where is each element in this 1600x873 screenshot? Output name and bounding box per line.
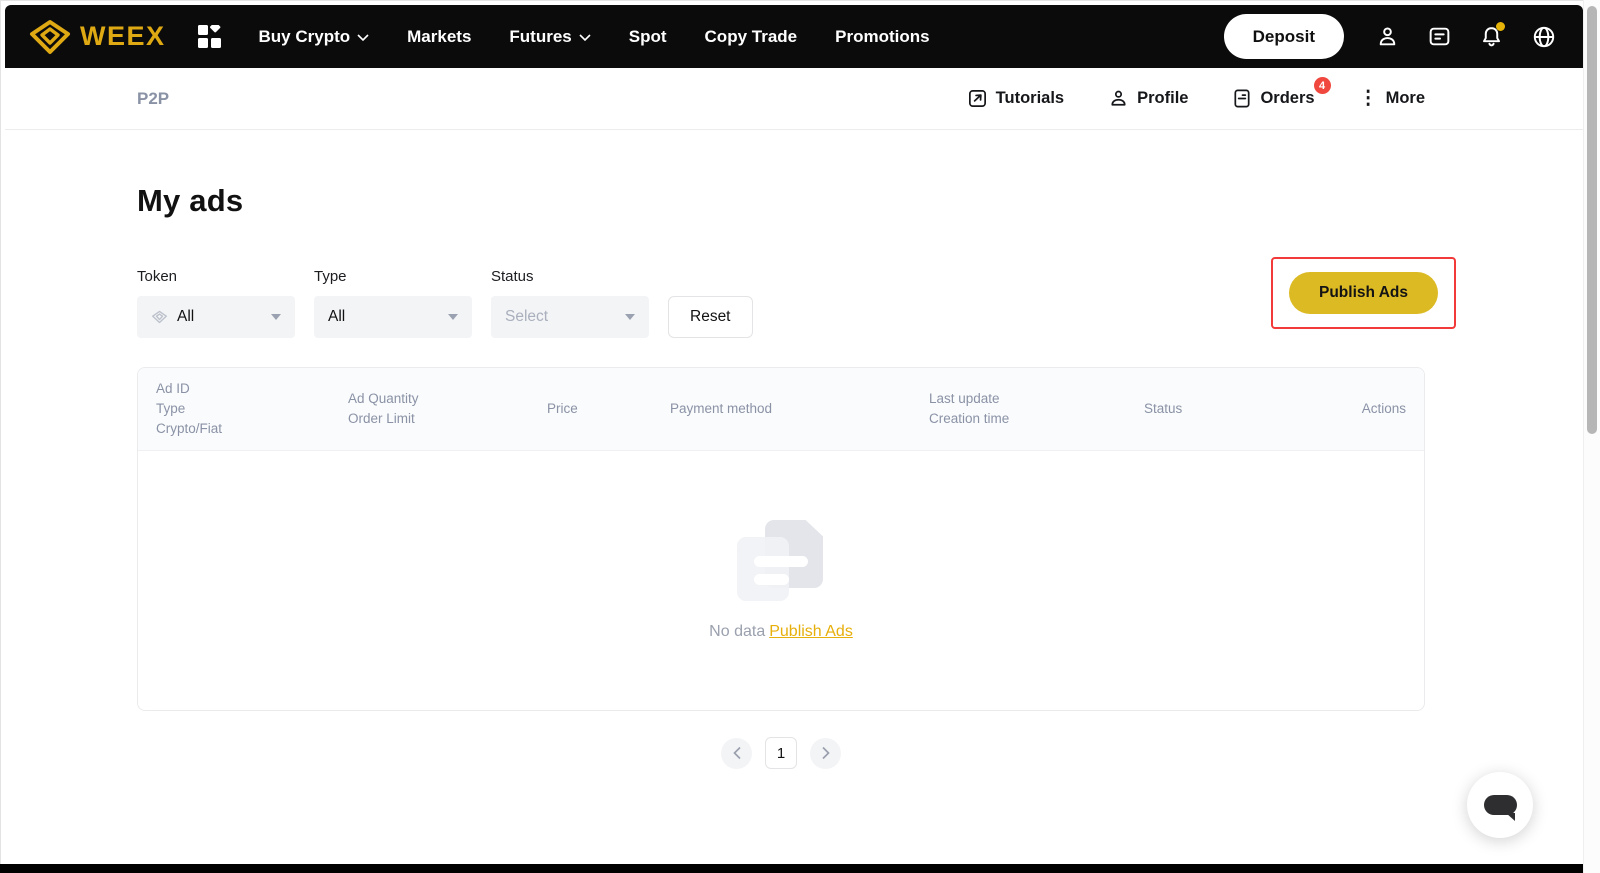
publish-ads-button[interactable]: Publish Ads <box>1289 272 1438 314</box>
token-filter-label: Token <box>137 268 178 285</box>
support-chat-launcher[interactable] <box>1467 772 1533 838</box>
table-empty-state: No data Publish Ads <box>138 451 1424 710</box>
profile-icon <box>1108 88 1129 109</box>
support-chat-icon[interactable] <box>1427 24 1452 49</box>
publish-ads-highlight-box: Publish Ads <box>1271 257 1456 329</box>
nav-spot[interactable]: Spot <box>629 27 667 47</box>
col-last-update: Last update Creation time <box>929 391 1010 426</box>
token-select-value: All <box>177 308 195 325</box>
page-number[interactable]: 1 <box>765 737 797 769</box>
scrollbar-thumb[interactable] <box>1587 6 1597 434</box>
page-title: My ads <box>137 183 244 218</box>
pagination: 1 <box>137 737 1425 769</box>
notification-dot <box>1496 22 1505 31</box>
chevron-down-icon <box>448 314 458 320</box>
col-price: Price <box>547 401 578 416</box>
nav-futures[interactable]: Futures <box>509 27 591 47</box>
main-content: My ads Token All Type All Status Select … <box>5 131 1583 864</box>
ads-table: Ad ID Type Crypto/Fiat Ad Quantity Order… <box>137 367 1425 711</box>
top-navbar: WEEX Buy Crypto Markets Futures Spot Cop… <box>5 5 1583 68</box>
p2p-subnav: P2P Tutorials Profile Orders 4 ⋮ More <box>5 68 1583 130</box>
prev-page-button[interactable] <box>721 737 752 769</box>
nav-copy-trade[interactable]: Copy Trade <box>705 27 798 47</box>
subnav-links: Tutorials Profile Orders 4 ⋮ More <box>967 77 1425 109</box>
no-data-icon <box>737 520 825 606</box>
next-page-button[interactable] <box>810 737 841 769</box>
orders-icon <box>1232 88 1252 109</box>
user-icon[interactable] <box>1375 24 1400 49</box>
chat-bubble-icon <box>1483 795 1517 821</box>
chevron-down-icon <box>579 34 591 41</box>
nav-promotions[interactable]: Promotions <box>835 27 929 47</box>
bottom-window-strip <box>0 864 1583 873</box>
breadcrumb[interactable]: P2P <box>137 89 169 109</box>
chevron-down-icon <box>625 314 635 320</box>
filters-row: Token All Type All Status Select Reset <box>137 268 1425 338</box>
orders-count-badge: 4 <box>1313 77 1331 94</box>
nav-markets[interactable]: Markets <box>407 27 471 47</box>
subnav-tutorials[interactable]: Tutorials <box>967 88 1064 109</box>
token-gem-icon <box>151 310 168 324</box>
publish-ads-link[interactable]: Publish Ads <box>769 623 853 640</box>
deposit-button[interactable]: Deposit <box>1223 14 1344 59</box>
type-select[interactable]: All <box>314 296 472 338</box>
weex-logo[interactable]: WEEX <box>29 19 166 55</box>
status-filter: Status Select <box>491 268 649 338</box>
globe-icon[interactable] <box>1531 24 1557 50</box>
table-header: Ad ID Type Crypto/Fiat Ad Quantity Order… <box>138 368 1424 451</box>
chevron-down-icon <box>357 34 369 41</box>
subnav-profile[interactable]: Profile <box>1108 88 1188 109</box>
type-filter-label: Type <box>314 268 347 285</box>
status-select[interactable]: Select <box>491 296 649 338</box>
col-actions: Actions <box>1361 401 1406 416</box>
type-filter: Type All <box>314 268 472 338</box>
empty-state-text: No data Publish Ads <box>709 623 853 640</box>
col-ad-id: Ad ID Type Crypto/Fiat <box>156 381 223 436</box>
token-filter: Token All <box>137 268 295 338</box>
more-dots-icon: ⋮ <box>1358 88 1378 109</box>
tutorials-icon <box>967 88 988 109</box>
chevron-down-icon <box>271 314 281 320</box>
subnav-more[interactable]: ⋮ More <box>1359 89 1425 108</box>
page-scrollbar[interactable] <box>1583 0 1600 873</box>
bell-icon[interactable] <box>1479 22 1505 49</box>
apps-grid-icon[interactable] <box>197 25 221 48</box>
token-select[interactable]: All <box>137 296 295 338</box>
brand-wordmark: WEEX <box>80 21 166 51</box>
col-payment-method: Payment method <box>670 401 773 416</box>
reset-button[interactable]: Reset <box>668 296 753 338</box>
status-select-placeholder: Select <box>505 308 549 325</box>
main-menu: Buy Crypto Markets Futures Spot Copy Tra… <box>259 27 930 47</box>
col-ad-quantity: Ad Quantity Order Limit <box>348 391 419 426</box>
type-select-value: All <box>328 308 346 325</box>
topnav-right-group: Deposit <box>1223 14 1557 59</box>
subnav-orders[interactable]: Orders 4 <box>1232 77 1331 109</box>
status-filter-label: Status <box>491 268 534 285</box>
nav-buy-crypto[interactable]: Buy Crypto <box>259 27 370 47</box>
weex-gem-icon <box>29 19 71 55</box>
col-status: Status <box>1144 401 1183 416</box>
